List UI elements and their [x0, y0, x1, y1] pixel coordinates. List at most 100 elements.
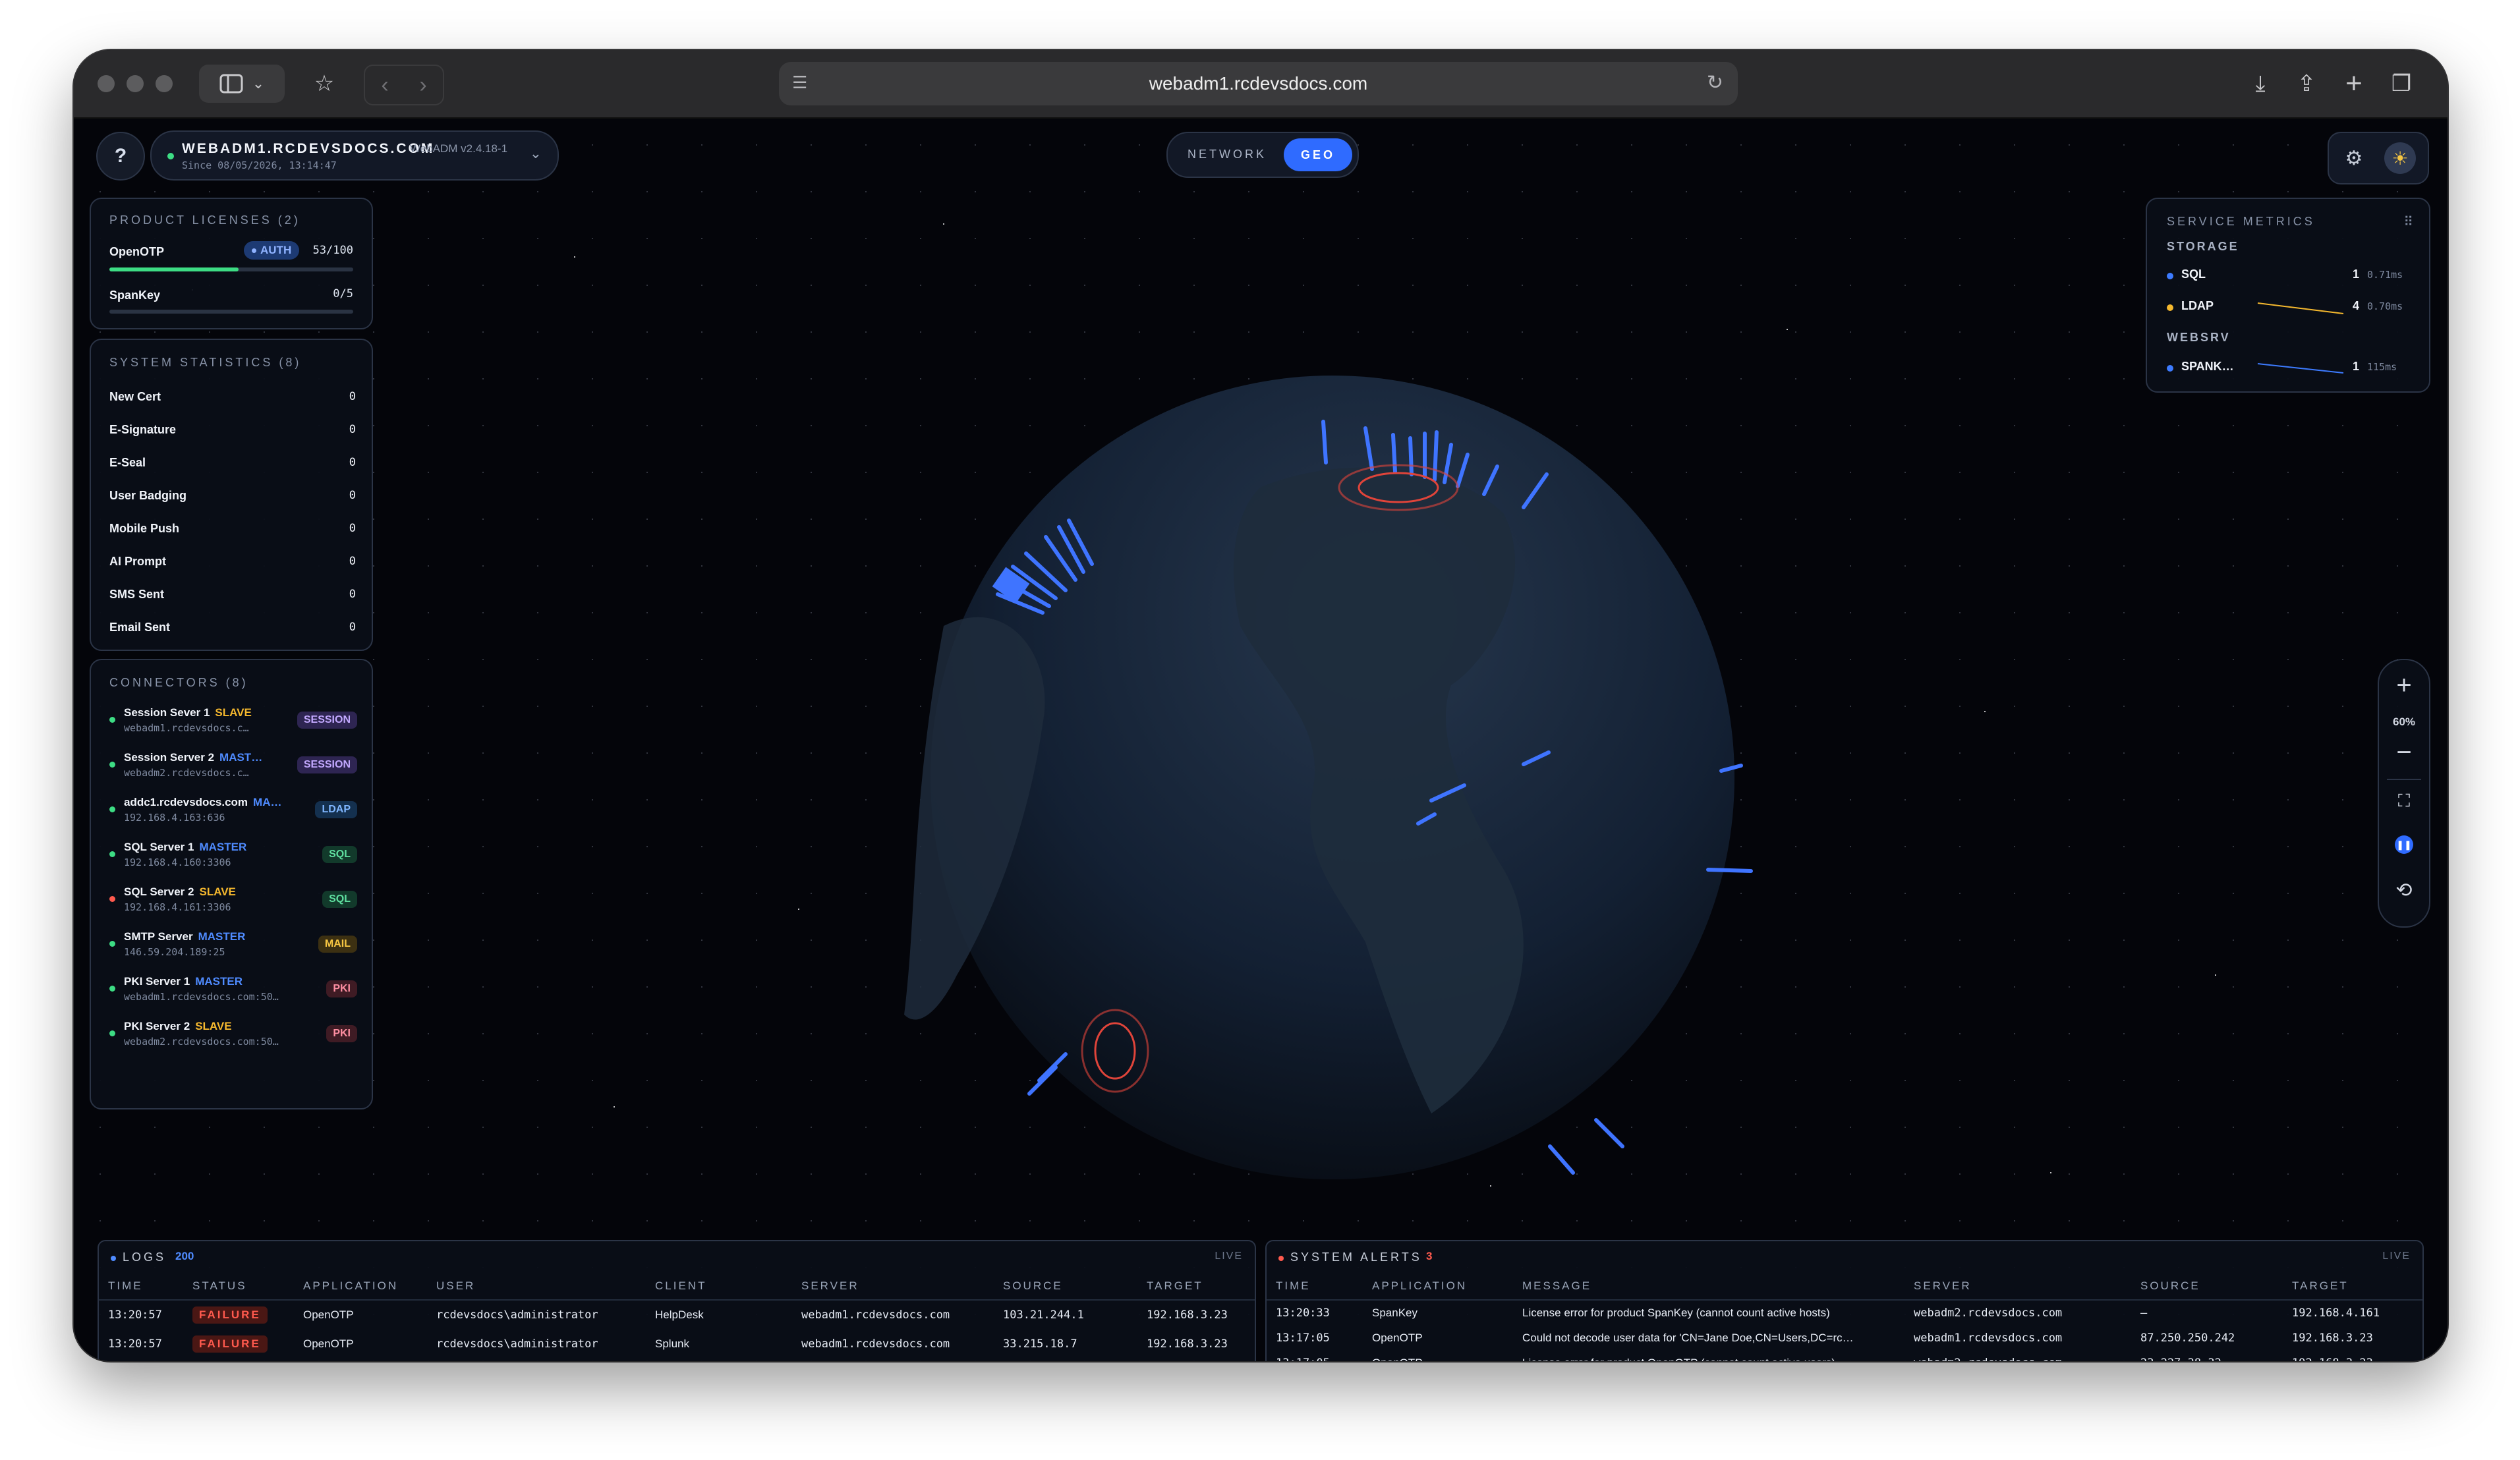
statistic-value: 0 [349, 588, 356, 601]
alert-row[interactable]: 13:20:33 SpanKey License error for product… [1267, 1300, 2422, 1326]
back-button[interactable]: ‹ [366, 72, 404, 98]
address-text: webadm1.rcdevsdocs.com [1149, 73, 1368, 94]
alert-row[interactable]: 13:17:05OpenOTPLicense error for product… [1267, 1351, 2422, 1361]
log-row[interactable]: 13:20:57 FAILURE OpenOTP rcdevsdocs\adminis… [99, 1330, 1255, 1359]
connector-host: 192.168.4.160:3306 [124, 856, 231, 868]
connector-item[interactable]: SMTP Server MASTER 146.59.204.189:25 MAIL [107, 925, 361, 970]
theme-toggle-button[interactable]: ☀ [2384, 142, 2416, 174]
log-server: webadm1.rcdevsdocs.com [801, 1337, 950, 1351]
page-settings-icon[interactable]: ☰ [792, 72, 807, 93]
log-user: rcdevsdocs\administrator [436, 1337, 598, 1351]
close-window-button[interactable] [98, 75, 115, 92]
zoom-out-button[interactable]: − [2379, 738, 2429, 768]
alerts-table-wrap: TIME APPLICATION MESSAGE SERVER SOURCE T… [1267, 1273, 2422, 1361]
column-header[interactable]: USER [427, 1273, 646, 1301]
connector-item[interactable]: Session Server 2 MAST… webadm2.rcdevsdocs.… [107, 746, 361, 791]
column-header[interactable]: MESSAGE [1513, 1273, 1904, 1301]
connector-item[interactable]: SQL Server 1 MASTER 192.168.4.160:3306 SQL [107, 835, 361, 880]
metric-row[interactable]: LDAP 4 0.70ms [2167, 299, 2411, 316]
zoom-window-button[interactable] [156, 75, 173, 92]
minimize-window-button[interactable] [127, 75, 144, 92]
tab-overview-button[interactable]: ❐ [2383, 65, 2420, 103]
connector-item[interactable]: PKI Server 2 SLAVE webadm2.rcdevsdocs.com:… [107, 1015, 361, 1059]
help-button[interactable]: ? [96, 132, 145, 181]
settings-button[interactable]: ⚙ [2339, 144, 2368, 173]
connector-status-dot [109, 762, 115, 768]
log-target: 192.168.3.23 [1147, 1308, 1228, 1322]
column-header[interactable]: SOURCE [2131, 1273, 2283, 1301]
log-status-cell: FAILURE [183, 1300, 294, 1330]
connector-role: MASTER [198, 930, 246, 943]
metric-latency: 0.71ms [2367, 269, 2403, 281]
log-target: 192.168.3.23 [1137, 1359, 1255, 1361]
connector-status-dot [109, 717, 115, 723]
new-tab-button[interactable]: + [2335, 65, 2372, 103]
server-selector[interactable]: WEBADM1.RCDEVSDOCS.COM WebADM v2.4.18-1 … [150, 130, 559, 181]
column-header[interactable]: APPLICATION [294, 1273, 427, 1301]
statistic-label: New Cert [109, 390, 161, 403]
log-row[interactable]: 13:20:57 FAILURE OpenOTP rcdevsdocs\adminis… [99, 1300, 1255, 1330]
metric-sparkline [2257, 302, 2344, 314]
zoom-in-button[interactable]: + [2379, 671, 2429, 700]
share-button[interactable]: ⇪ [2288, 65, 2325, 103]
column-header[interactable]: STATUS [183, 1273, 294, 1301]
logs-indicator [111, 1256, 116, 1261]
connector-role: MA… [253, 796, 282, 808]
column-header[interactable]: TARGET [2283, 1273, 2422, 1301]
license-count: 0/5 [333, 287, 353, 300]
bookmark-button[interactable]: ☆ [304, 65, 344, 103]
alert-source: — [2140, 1306, 2148, 1320]
alerts-indicator [1278, 1256, 1284, 1261]
log-application: OpenOTP [303, 1308, 354, 1321]
connector-status-dot [109, 806, 115, 812]
sidebar-toggle-button[interactable]: ⌄ [199, 65, 285, 103]
column-header[interactable]: TIME [99, 1273, 183, 1301]
connector-item[interactable]: SQL Server 2 SLAVE 192.168.4.161:3306 SQL [107, 880, 361, 925]
downloads-button[interactable]: ⤓ [2242, 65, 2279, 103]
connector-item[interactable]: PKI Server 1 MASTER webadm1.rcdevsdocs.com… [107, 970, 361, 1015]
forward-button[interactable]: › [404, 72, 442, 98]
metric-row[interactable]: SQL 1 0.71ms [2167, 267, 2411, 285]
column-header[interactable]: APPLICATION [1363, 1273, 1513, 1301]
log-time: 13:20:57 [108, 1308, 162, 1322]
fit-view-button[interactable]: ⛶ [2379, 791, 2429, 812]
column-header[interactable]: SERVER [792, 1273, 994, 1301]
log-row[interactable]: 13:20:57SUCCESSOpenOTPrcdevsdocs\adminis… [99, 1359, 1255, 1361]
statistic-value: 0 [349, 489, 356, 502]
metric-label: SPANK… [2181, 360, 2234, 373]
column-header[interactable]: SERVER [1904, 1273, 2131, 1301]
column-header[interactable]: SOURCE [994, 1273, 1137, 1301]
licenses-panel: PRODUCT LICENSES (2) OpenOTP AUTH 53/100… [90, 198, 373, 329]
log-client: SUBAP [646, 1359, 792, 1361]
reset-view-button[interactable]: ⟲ [2379, 879, 2429, 902]
address-bar[interactable]: ☰ webadm1.rcdevsdocs.com ↻ [779, 62, 1738, 105]
alert-time: 13:20:33 [1276, 1306, 1330, 1320]
alert-row[interactable]: 13:17:05 OpenOTP Could not decode user dat… [1267, 1326, 2422, 1351]
connector-title: Session Server 2 MAST… [124, 751, 295, 764]
column-header[interactable]: CLIENT [646, 1273, 792, 1301]
statistic-row: Email Sent 0 [109, 611, 356, 644]
grid-icon[interactable]: ⠿ [2403, 213, 2413, 230]
log-source: 33.215.18.7 [1003, 1337, 1077, 1351]
connector-item[interactable]: Session Sever 1 SLAVE webadm1.rcdevsdocs.c… [107, 701, 361, 746]
reload-icon[interactable]: ↻ [1707, 71, 1723, 94]
license-name: OpenOTP [109, 245, 165, 258]
metric-row[interactable]: SPANK… 1 115ms [2167, 360, 2411, 377]
geo-stage: ? WEBADM1.RCDEVSDOCS.COM WebADM v2.4.18-… [74, 119, 2448, 1361]
column-header[interactable]: TARGET [1137, 1273, 1255, 1301]
log-source: 103.21.244.1 [1003, 1308, 1084, 1322]
connector-name: SMTP Server [124, 930, 193, 943]
connectors-list: Session Sever 1 SLAVE webadm1.rcdevsdocs.c… [107, 701, 361, 1059]
column-header[interactable]: TIME [1267, 1273, 1363, 1301]
globe-visualization[interactable] [838, 316, 1827, 1225]
tab-network[interactable]: NETWORK [1188, 148, 1267, 161]
connector-item[interactable]: addc1.rcdevsdocs.com MA… 192.168.4.163:636… [107, 791, 361, 835]
log-application: OpenOTP [303, 1337, 354, 1350]
tab-geo[interactable]: GEO [1284, 138, 1352, 171]
pause-rotation-button[interactable]: ❚❚ [2395, 835, 2413, 854]
alert-application: OpenOTP [1363, 1351, 1513, 1361]
logs-title: LOGS [123, 1250, 167, 1264]
logs-table: TIME STATUS APPLICATION USER CLIENT SERV… [99, 1273, 1255, 1361]
connector-host: 192.168.4.161:3306 [124, 901, 231, 913]
metric-count: 1 [2353, 360, 2360, 373]
